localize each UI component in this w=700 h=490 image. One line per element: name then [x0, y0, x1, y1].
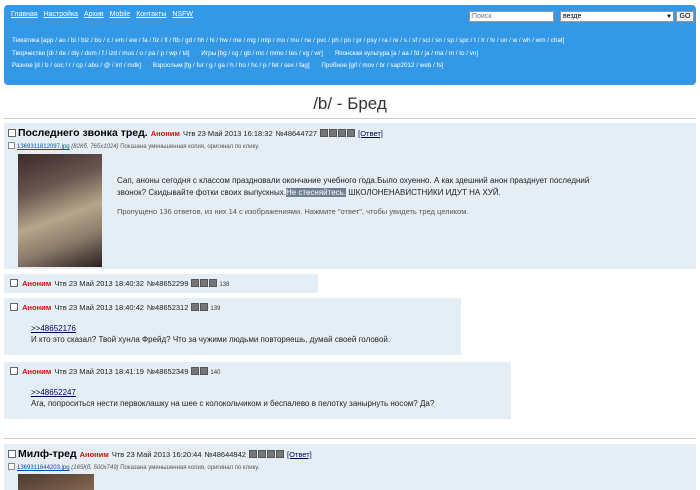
chevron-down-icon: ▼: [666, 14, 672, 20]
category-creative[interactable]: Творчество [di / de / diy / dom / f / iz…: [12, 50, 190, 57]
post-checkbox[interactable]: [10, 279, 18, 287]
nav-link-settings[interactable]: Настройка: [44, 11, 78, 18]
reply-link[interactable]: [Ответ]: [287, 450, 312, 459]
post-checkbox[interactable]: [10, 303, 18, 311]
post-checkbox[interactable]: [10, 367, 18, 375]
top-nav: Главная Настройка Архив Mobile Контакты …: [11, 11, 197, 18]
category-adult[interactable]: Взрослым [fg / fur / g / ga / h / ho / h…: [153, 62, 310, 69]
post-number[interactable]: №48652299: [147, 279, 188, 288]
poster-name: Аноним: [22, 367, 52, 376]
nav-link-contacts[interactable]: Контакты: [136, 11, 166, 18]
post-header: Аноним Чтв 23 Май 2013 18:40:42 №48652312 1…: [10, 303, 220, 312]
post-text-line: ШКОЛОНЕНАВИСТНИКИ ИДУТ НА ХУЙ.: [346, 187, 501, 197]
nav-link-home[interactable]: Главная: [11, 11, 38, 18]
hide-icon[interactable]: [191, 303, 200, 311]
board-categories: Тематика [app / au / bi / biz / bo / c /…: [12, 35, 564, 73]
hide-icon[interactable]: [320, 129, 329, 137]
search-input[interactable]: [469, 11, 554, 22]
category-trial[interactable]: Пробное [gif / mov / br / sap2012 / web …: [321, 62, 443, 69]
poster-name: Аноним: [79, 450, 109, 459]
file-size: (82Кб, 765x1024): [71, 144, 119, 150]
file-icon: [8, 142, 15, 149]
post-header: Аноним Чтв 23 Май 2013 18:41:19 №48652349 1…: [10, 367, 220, 376]
post-checkbox[interactable]: [8, 450, 16, 458]
report-icon[interactable]: [200, 303, 209, 311]
poster-name: Аноним: [22, 279, 52, 288]
file-icon: [8, 463, 15, 470]
top-bar: Главная Настройка Архив Mobile Контакты …: [4, 5, 696, 85]
post-datetime: Чтв 23 Май 2013 18:40:32: [54, 279, 144, 288]
post-header: Последнего звонка тред. Аноним Чтв 23 Май …: [8, 127, 383, 139]
file-info: 1369311644203.jpg (165Кб, 500x749) Показ…: [8, 463, 259, 471]
post-text-line: Сап, аноны сегодня с классом праздновали…: [117, 176, 590, 185]
reply-post: Аноним Чтв 23 Май 2013 18:40:42 №48652312 1…: [4, 298, 461, 355]
thread-op: Милф-тред Аноним Чтв 23 Май 2013 16:20:44 №…: [4, 444, 696, 490]
post-datetime: Чтв 23 Май 2013 16:20:44: [111, 450, 202, 459]
hide-icon[interactable]: [191, 367, 200, 375]
post-number[interactable]: №48652349: [147, 367, 188, 376]
post-number[interactable]: №48644842: [205, 450, 246, 459]
thread-op: Последнего звонка тред. Аноним Чтв 23 Май …: [4, 123, 696, 269]
favorite-icon[interactable]: [338, 129, 347, 137]
file-size: (165Кб, 500x749): [71, 465, 119, 471]
favorite-icon[interactable]: [209, 279, 218, 287]
highlighted-text: Не стесняйтесь.: [285, 187, 347, 197]
quote-link[interactable]: >>48652247: [31, 388, 76, 397]
thread-thumbnail[interactable]: [18, 154, 102, 267]
divider: [4, 118, 696, 119]
report-icon[interactable]: [257, 450, 266, 458]
poster-name: Аноним: [150, 129, 180, 138]
reply-post: Аноним Чтв 23 Май 2013 18:41:19 №48652349 1…: [4, 362, 511, 419]
post-datetime: Чтв 23 Май 2013 16:18:32: [182, 129, 273, 138]
reply-index: 139: [210, 306, 221, 312]
reply-index: 140: [210, 370, 221, 376]
favorite-icon[interactable]: [266, 450, 275, 458]
reply-index: 138: [219, 282, 230, 288]
file-info: 1369311812097.jpg (82Кб, 765x1024) Показ…: [8, 142, 259, 150]
search-scope-value: везде: [563, 13, 582, 20]
post-text: Ага, попроситься нести первоклашку на ше…: [31, 399, 435, 408]
nav-link-archive[interactable]: Архив: [84, 11, 104, 18]
post-checkbox[interactable]: [8, 129, 16, 137]
delete-icon[interactable]: [275, 450, 284, 458]
hide-icon[interactable]: [191, 279, 200, 287]
hide-icon[interactable]: [248, 450, 257, 458]
post-datetime: Чтв 23 Май 2013 18:40:42: [54, 303, 144, 312]
post-text-line: звонок? Скидывайте фотки своих выпускных…: [117, 187, 286, 197]
report-icon[interactable]: [329, 129, 338, 137]
post-text: И кто это сказал? Твой хунла Фрейд? Что …: [31, 335, 391, 344]
file-link[interactable]: 1369311812097.jpg: [17, 144, 70, 150]
file-note: Показана уменьшенная копия, оригинал по …: [120, 465, 260, 471]
file-note: Показана уменьшенная копия, оригинал по …: [120, 144, 260, 150]
go-button[interactable]: GO: [676, 11, 694, 22]
category-misc[interactable]: Разное [d / b / soc / r / cp / abu / @ /…: [12, 62, 141, 69]
quote-link[interactable]: >>48652176: [31, 324, 76, 333]
category-games[interactable]: Игры [bg / cg / gb / mc / mmo / tes / vg…: [201, 50, 323, 57]
board-title: /b/ - Бред: [313, 94, 387, 113]
post-header: Милф-тред Аноним Чтв 23 Май 2013 16:20:44 №…: [8, 448, 312, 460]
omitted-notice: Пропущено 136 ответов, из них 14 с изобр…: [117, 207, 469, 216]
post-header: Аноним Чтв 23 Май 2013 18:40:32 №48652299 1…: [10, 279, 229, 288]
nav-link-mobile[interactable]: Mobile: [110, 11, 131, 18]
category-japanese[interactable]: Японская культура [a / aa / fd / ja / ma…: [335, 50, 479, 57]
search-scope-select[interactable]: везде ▼: [560, 11, 674, 22]
thread-subject: Последнего звонка тред.: [18, 127, 148, 139]
poster-name: Аноним: [22, 303, 52, 312]
delete-icon[interactable]: [347, 129, 356, 137]
thread-subject: Милф-тред: [18, 448, 77, 460]
post-text: Сап, аноны сегодня с классом праздновали…: [117, 175, 677, 198]
report-icon[interactable]: [200, 367, 209, 375]
nav-link-nsfw[interactable]: NSFW: [172, 11, 193, 18]
file-link[interactable]: 1369311644203.jpg: [17, 465, 70, 471]
category-thematic[interactable]: Тематика [app / au / bi / biz / bo / c /…: [12, 35, 564, 48]
post-number[interactable]: №48652312: [147, 303, 188, 312]
reply-post: Аноним Чтв 23 Май 2013 18:40:32 №48652299 1…: [4, 274, 318, 293]
thread-thumbnail[interactable]: [18, 474, 94, 490]
divider: [4, 438, 696, 439]
post-number[interactable]: №48644727: [276, 129, 317, 138]
report-icon[interactable]: [200, 279, 209, 287]
reply-link[interactable]: [Ответ]: [358, 129, 383, 138]
post-datetime: Чтв 23 Май 2013 18:41:19: [54, 367, 144, 376]
